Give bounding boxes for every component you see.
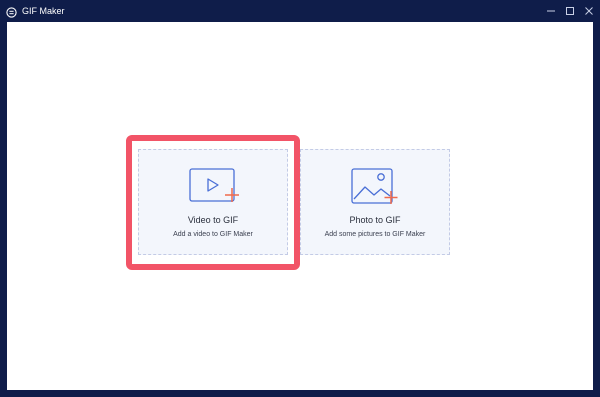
main-content: Video to GIF Add a video to GIF Maker Ph… [7,22,593,390]
maximize-icon [566,7,574,15]
photo-to-gif-title: Photo to GIF [349,215,401,225]
gif-maker-logo-icon [6,5,17,18]
window-title: GIF Maker [22,6,65,16]
title-bar: GIF Maker [0,0,600,22]
selection-highlight [126,135,300,270]
photo-add-icon [351,166,401,213]
minimize-button[interactable] [543,3,559,19]
minimize-icon [547,10,555,12]
close-icon [585,7,593,15]
close-button[interactable] [581,3,597,19]
photo-to-gif-subtitle: Add some pictures to GIF Maker [324,231,426,238]
photo-to-gif-card[interactable]: Photo to GIF Add some pictures to GIF Ma… [300,149,450,255]
maximize-button[interactable] [562,3,578,19]
